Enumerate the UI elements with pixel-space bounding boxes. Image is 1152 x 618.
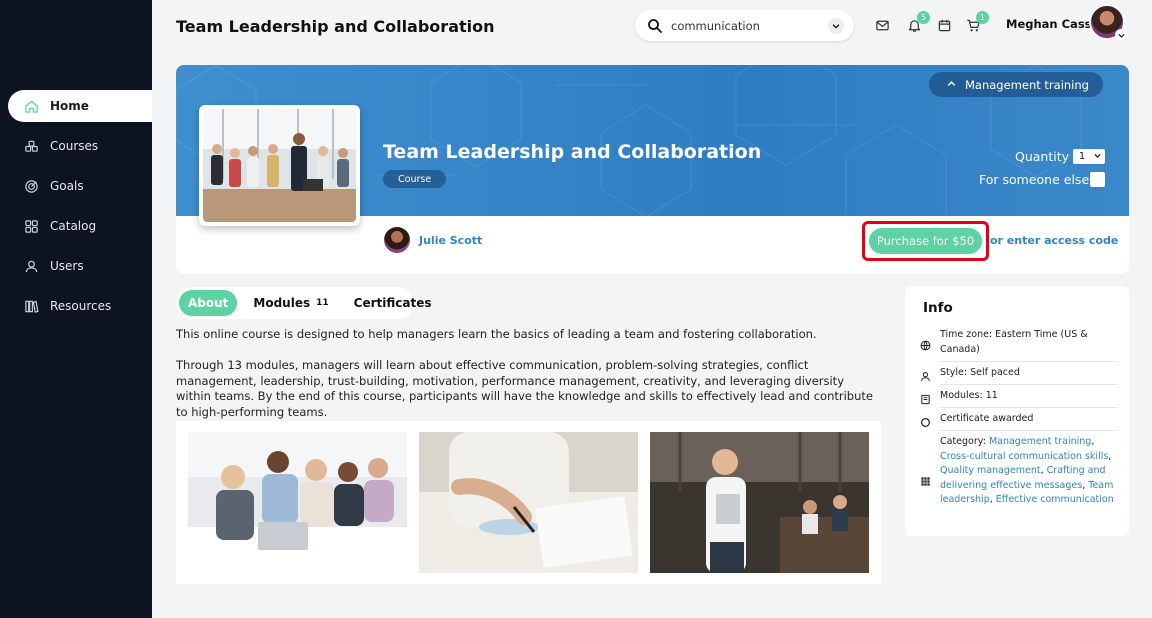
catalog-icon — [23, 218, 39, 234]
sidebar-item-label: Courses — [50, 139, 99, 153]
chevron-down-icon[interactable] — [1115, 29, 1127, 41]
tab-certificates[interactable]: Certificates — [354, 290, 432, 316]
category-link[interactable]: Effective communication — [996, 494, 1114, 505]
category-label: Category: — [940, 436, 986, 447]
sidebar-item-resources[interactable]: Resources — [8, 290, 152, 322]
page-title: Team Leadership and Collaboration — [176, 17, 495, 36]
info-style-text: Style: Self paced — [940, 367, 1020, 378]
author-avatar[interactable] — [384, 227, 410, 253]
description-body: Through 13 modules, managers will learn … — [176, 358, 873, 419]
sidebar-item-users[interactable]: Users — [8, 250, 152, 282]
category-tag-label: Management training — [965, 77, 1089, 92]
course-title: Team Leadership and Collaboration — [383, 141, 762, 163]
globe-icon — [920, 336, 932, 351]
grid-icon — [920, 472, 932, 486]
someone-else-label: For someone else — [979, 172, 1090, 187]
gallery-image — [650, 432, 869, 573]
sidebar-item-courses[interactable]: Courses — [8, 130, 152, 162]
info-panel: Info Time zone: Eastern Time (US & Canad… — [905, 286, 1129, 536]
goals-icon — [23, 178, 39, 194]
quantity-select[interactable]: 1 — [1073, 149, 1105, 164]
course-card: Management training Team Leadership and … — [176, 65, 1129, 274]
resources-icon — [23, 298, 39, 314]
user-name[interactable]: Meghan Cass — [1006, 17, 1092, 31]
mail-icon[interactable] — [874, 17, 890, 33]
sidebar-item-label: Users — [50, 259, 84, 273]
someone-else-checkbox[interactable] — [1090, 172, 1105, 187]
notification-badge: 5 — [917, 11, 930, 24]
sidebar-item-goals[interactable]: Goals — [8, 170, 152, 202]
category-link[interactable]: Management training — [989, 436, 1091, 447]
category-link[interactable]: Cross-cultural communication skills — [940, 451, 1108, 462]
quantity-label: Quantity — [1015, 149, 1070, 164]
sidebar-item-label: Resources — [50, 299, 112, 313]
category-tag[interactable]: Management training — [929, 72, 1103, 97]
quantity-value: 1 — [1079, 151, 1086, 162]
chevron-down-icon[interactable] — [828, 17, 844, 34]
search-bar[interactable] — [635, 10, 854, 41]
divider — [940, 407, 1118, 408]
home-icon — [23, 98, 39, 114]
info-certificate-text: Certificate awarded — [940, 413, 1034, 424]
tab-about[interactable]: About — [179, 290, 238, 316]
description-intro: This online course is designed to help m… — [176, 327, 817, 341]
tab-label: Certificates — [353, 296, 432, 310]
cart-icon[interactable]: 1 — [965, 11, 989, 33]
book-icon — [920, 390, 932, 405]
info-timezone-text: Time zone: Eastern Time (US & Canada) — [940, 329, 1088, 355]
sidebar-item-home[interactable]: Home — [8, 90, 152, 122]
info-modules-text: Modules: 11 — [940, 390, 998, 401]
sidebar-item-label: Goals — [50, 179, 84, 193]
search-input[interactable] — [671, 18, 828, 33]
bell-icon[interactable]: 5 — [906, 11, 930, 33]
divider — [940, 430, 1118, 431]
sidebar-item-label: Home — [50, 99, 89, 113]
info-title: Info — [923, 300, 953, 316]
calendar-icon[interactable] — [936, 17, 952, 33]
divider — [940, 361, 1118, 362]
category-link[interactable]: Quality management — [940, 465, 1041, 476]
divider — [940, 384, 1118, 385]
gallery-image — [188, 432, 407, 573]
gallery-image — [419, 432, 638, 573]
purchase-button[interactable]: Purchase for $50 — [869, 228, 982, 254]
users-icon — [23, 258, 39, 274]
user-icon — [920, 367, 932, 382]
courses-icon — [23, 138, 39, 154]
modules-count: 11 — [316, 298, 329, 308]
sidebar-item-label: Catalog — [50, 219, 97, 233]
author-name[interactable]: Julie Scott — [419, 234, 482, 247]
main-content: Team Leadership and Collaboration 5 1 Me… — [152, 0, 1152, 618]
access-code-link[interactable]: or enter access code — [990, 234, 1118, 247]
info-category-text: Category: Management training, Cross-cul… — [940, 436, 1114, 505]
sidebar: Home Courses Goals Catalog Users Resourc… — [0, 0, 152, 618]
course-thumbnail — [199, 105, 360, 226]
search-icon — [647, 18, 663, 34]
tab-label: Modules — [253, 296, 311, 310]
chevron-up-icon — [946, 78, 957, 92]
course-type-badge: Course — [383, 170, 447, 188]
tab-modules[interactable]: Modules 11 — [253, 290, 328, 316]
certificate-icon — [920, 413, 932, 427]
tab-label: About — [188, 296, 229, 310]
chevron-down-icon — [1093, 151, 1102, 163]
course-tabs: About Modules 11 Certificates — [176, 287, 432, 319]
image-gallery — [176, 421, 881, 584]
cart-badge: 1 — [976, 11, 989, 24]
sidebar-item-catalog[interactable]: Catalog — [8, 210, 152, 242]
